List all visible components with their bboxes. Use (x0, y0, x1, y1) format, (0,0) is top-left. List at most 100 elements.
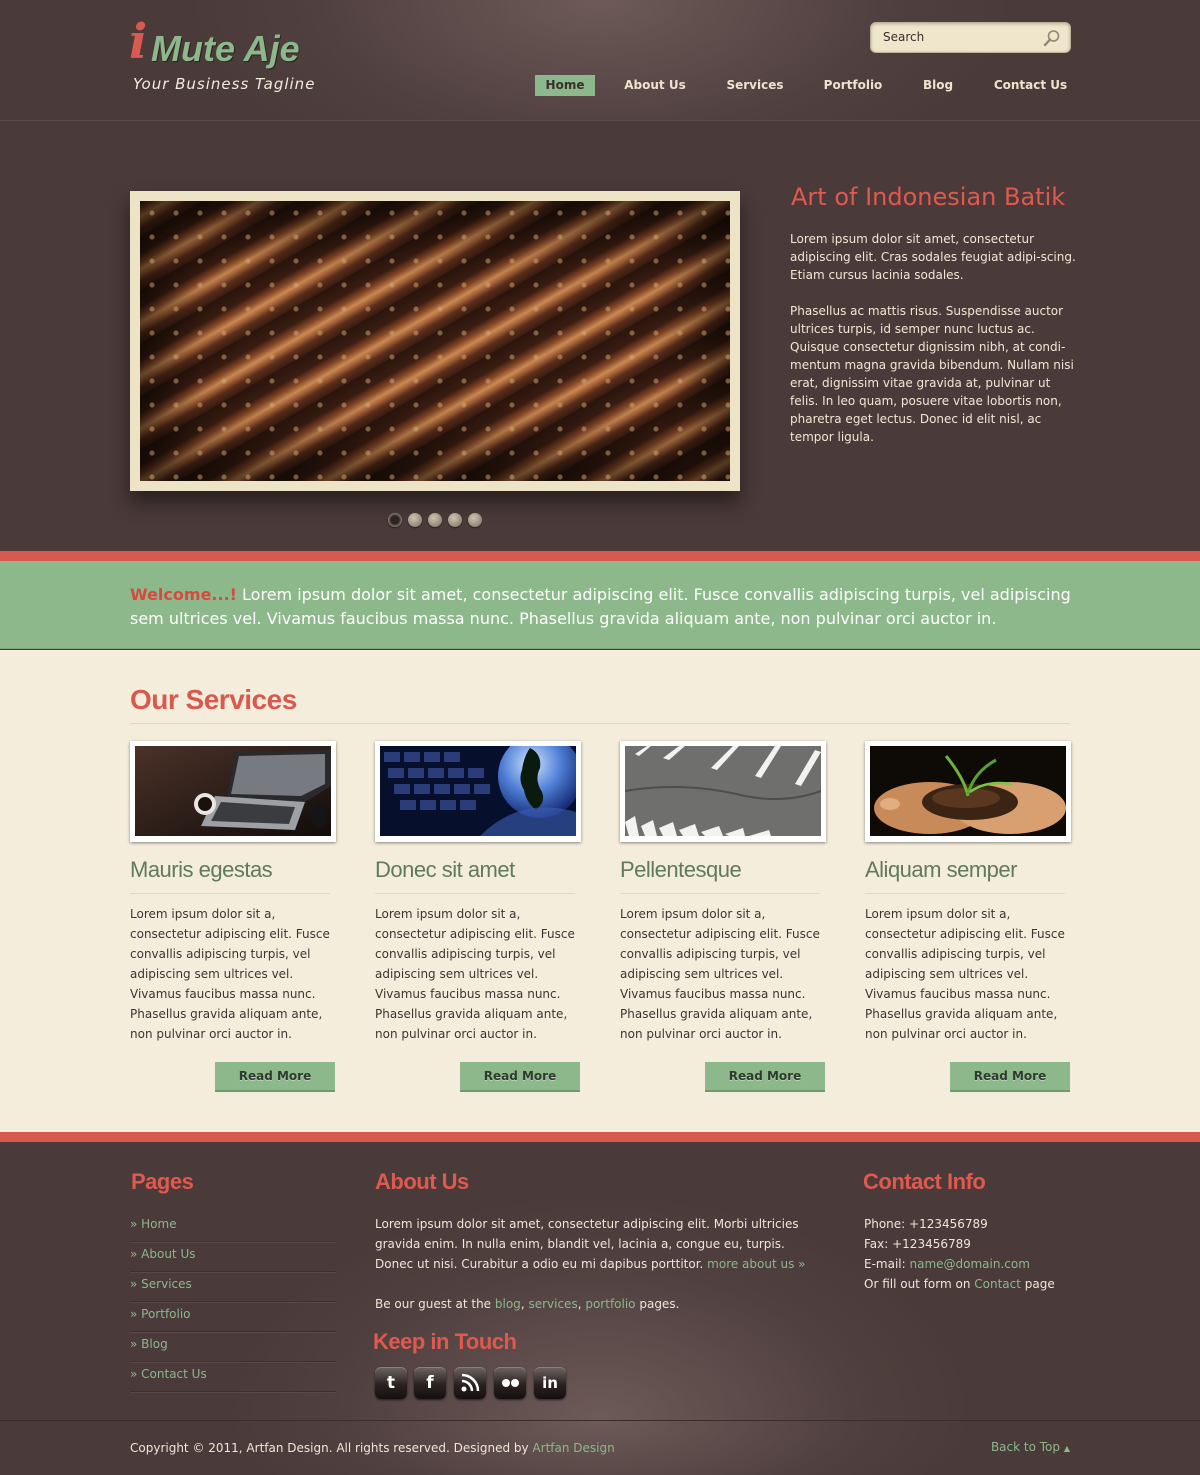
keep-in-touch-title: Keep in Touch (373, 1329, 517, 1354)
service-thumbnail[interactable] (130, 741, 336, 842)
footer-link-label: Services (141, 1277, 192, 1291)
footer-link-label: About Us (141, 1247, 196, 1261)
copyright: Copyright © 2011, Artfan Design. All rig… (130, 1441, 615, 1455)
contact-info: Phone: +123456789 Fax: +123456789 E-mail… (864, 1214, 1084, 1294)
footer-pages-list: » Home » About Us » Services » Portfolio… (130, 1212, 336, 1392)
slider-dot-3[interactable] (428, 513, 442, 527)
footer-link-label: Blog (141, 1337, 168, 1351)
slide-paragraph-2: Phasellus ac mattis risus. Suspendisse a… (790, 304, 1074, 444)
nav-home[interactable]: Home (535, 75, 595, 96)
laptop-coffee-image (135, 746, 331, 836)
contact-email-line: E-mail: name@domain.com (864, 1254, 1084, 1274)
service-thumbnail[interactable] (865, 741, 1071, 842)
rss-icon[interactable] (454, 1367, 486, 1399)
contact-fax: Fax: +123456789 (864, 1237, 971, 1251)
service-thumbnail[interactable] (375, 741, 581, 842)
linkedin-icon[interactable]: in (534, 1367, 566, 1399)
slider-dot-5[interactable] (468, 513, 482, 527)
slide-title: Art of Indonesian Batik (791, 183, 1066, 211)
guest-portfolio-link[interactable]: portfolio (585, 1297, 635, 1311)
back-to-top-label: Back to Top (990, 1440, 1061, 1454)
footer-page-item: » About Us (130, 1242, 336, 1272)
back-to-top-link[interactable]: Back to Top ▲ (991, 1440, 1070, 1454)
guest-suffix: pages. (635, 1297, 680, 1311)
logo-text: Mute Aje (151, 28, 300, 69)
email-label: E-mail: (864, 1257, 910, 1271)
read-more-button[interactable]: Read More (950, 1062, 1070, 1092)
footer-link-home[interactable]: » Home (130, 1217, 177, 1231)
service-title-rule (620, 893, 820, 894)
slider-dot-1[interactable] (388, 513, 402, 527)
footer-page-item: » Blog (130, 1332, 336, 1362)
search-icon[interactable] (1042, 28, 1062, 48)
flickr-glyph (502, 1379, 519, 1387)
form-prefix: Or fill out form on (864, 1277, 975, 1291)
slider-dot-4[interactable] (448, 513, 462, 527)
read-more-button[interactable]: Read More (705, 1062, 825, 1092)
service-title: Donec sit amet (375, 857, 515, 882)
nav-blog[interactable]: Blog (915, 75, 961, 96)
email-link[interactable]: name@domain.com (909, 1257, 1029, 1271)
service-thumbnail[interactable] (620, 741, 826, 842)
service-description: Lorem ipsum dolor sit a, consectetur adi… (620, 907, 820, 1041)
welcome-lead: Welcome...! (130, 585, 237, 604)
about-title: About Us (375, 1169, 469, 1194)
nav-portfolio[interactable]: Portfolio (815, 75, 891, 96)
service-title-rule (865, 893, 1065, 894)
welcome-body: Lorem ipsum dolor sit amet, consectetur … (130, 585, 1071, 628)
copyright-text: Copyright © 2011, Artfan Design. All rig… (130, 1441, 533, 1455)
service-description: Lorem ipsum dolor sit a, consectetur adi… (375, 907, 575, 1041)
footer-link-services[interactable]: » Services (130, 1277, 192, 1291)
service-title: Mauris egestas (130, 857, 273, 882)
hands-seedling-image (870, 746, 1066, 836)
footer-link-label: Contact Us (141, 1367, 207, 1381)
footer-page-item: » Services (130, 1272, 336, 1302)
bottom-bar: Copyright © 2011, Artfan Design. All rig… (0, 1420, 1200, 1475)
arrow-up-icon: ▲ (1063, 1444, 1070, 1453)
twitter-icon[interactable]: t (375, 1367, 407, 1399)
footer-link-portfolio[interactable]: » Portfolio (130, 1307, 191, 1321)
designer-link[interactable]: Artfan Design (532, 1441, 614, 1455)
service-title: Aliquam semper (865, 857, 1017, 882)
slide-image-frame (130, 191, 740, 491)
service-title-rule (130, 893, 330, 894)
flickr-icon[interactable] (494, 1367, 526, 1399)
nav-about-us[interactable]: About Us (616, 75, 694, 96)
main-nav: Home About Us Services Portfolio Blog Co… (0, 75, 1200, 96)
service-title-rule (375, 893, 575, 894)
nav-services[interactable]: Services (718, 75, 792, 96)
welcome-text: Welcome...! Lorem ipsum dolor sit amet, … (130, 583, 1075, 631)
services-section: Our Services Mauris egestas Lorem ipsum … (0, 650, 1200, 1132)
divider-stripe-top (0, 551, 1200, 561)
guest-blog-link[interactable]: blog (495, 1297, 521, 1311)
footer-page-item: » Contact Us (130, 1362, 336, 1392)
slider-dot-2[interactable] (408, 513, 422, 527)
read-more-button[interactable]: Read More (460, 1062, 580, 1092)
about-text: Lorem ipsum dolor sit amet, consectetur … (375, 1214, 825, 1274)
services-title: Our Services (130, 684, 297, 715)
footer-link-label: Home (141, 1217, 177, 1231)
service-title: Pellentesque (620, 857, 742, 882)
rss-glyph (461, 1373, 480, 1392)
batik-slide-image[interactable] (140, 201, 730, 481)
read-more-button[interactable]: Read More (215, 1062, 335, 1092)
pages-title: Pages (131, 1169, 194, 1194)
footer-page-item: » Home (130, 1212, 336, 1242)
footer-link-contact-us[interactable]: » Contact Us (130, 1367, 207, 1381)
site-footer: Pages » Home » About Us » Services » Por… (0, 1142, 1200, 1420)
slide-paragraph-1: Lorem ipsum dolor sit amet, consectetur … (790, 232, 1076, 282)
welcome-banner: Welcome...! Lorem ipsum dolor sit amet, … (0, 561, 1200, 649)
search-input[interactable] (883, 30, 1033, 44)
footer-link-about-us[interactable]: » About Us (130, 1247, 195, 1261)
service-description: Lorem ipsum dolor sit a, consectetur adi… (130, 907, 330, 1041)
contact-info-title: Contact Info (863, 1169, 986, 1194)
nav-contact-us[interactable]: Contact Us (986, 75, 1075, 96)
footer-link-blog[interactable]: » Blog (130, 1337, 168, 1351)
guest-services-link[interactable]: services (528, 1297, 577, 1311)
footer-link-label: Portfolio (141, 1307, 191, 1321)
hero-slider: Art of Indonesian Batik Lorem ipsum dolo… (0, 121, 1200, 551)
contact-page-link[interactable]: Contact (974, 1277, 1021, 1291)
more-about-us-link[interactable]: more about us » (707, 1257, 805, 1271)
keyboard-globe-image (380, 746, 576, 836)
facebook-icon[interactable]: f (414, 1367, 446, 1399)
